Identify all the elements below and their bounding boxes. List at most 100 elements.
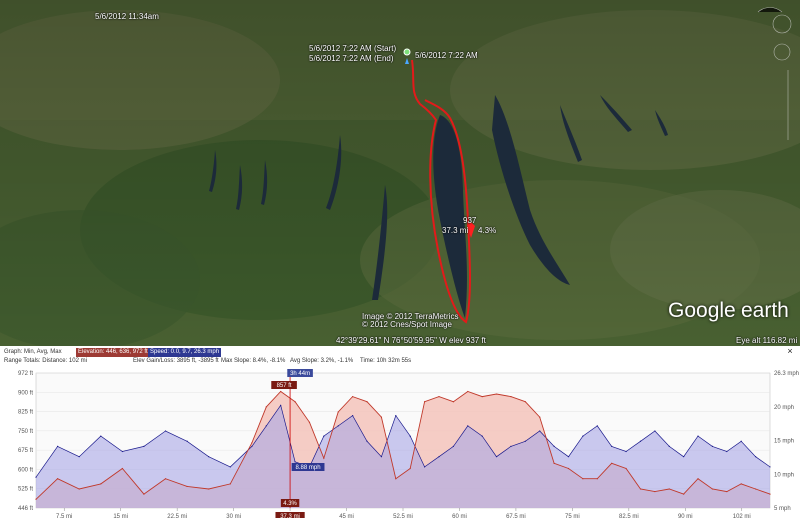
elevation-point	[596, 478, 598, 480]
speed-point	[121, 450, 123, 453]
speed-point	[524, 440, 526, 442]
start-label: 5/6/2012 7:22 AM (Start)	[309, 44, 397, 53]
speed-point	[438, 456, 440, 458]
speed-tick-label: 10 mph	[774, 472, 794, 478]
map-time-label: 5/6/2012 11:34am	[95, 12, 159, 21]
elevation-point	[409, 467, 411, 470]
map-cursor-slope: 4.3%	[478, 226, 497, 235]
speed-point	[553, 445, 555, 448]
distance-tick-label: 22.5 mi	[167, 514, 187, 518]
close-profile-button[interactable]: ×	[785, 346, 795, 356]
elevation-point	[438, 396, 440, 398]
elevation-profile-chart[interactable]: 972 ft 900 ft 825 ft 750 ft 675 ft 600 ft 525 …	[0, 368, 800, 518]
elevation-point	[726, 490, 728, 493]
cursor-time-label: 3h 44m	[290, 371, 310, 377]
elevation-point	[251, 442, 253, 444]
speed-point	[78, 456, 80, 458]
distance-tick-label: 45 mi	[339, 514, 354, 518]
elevation-point	[352, 396, 354, 398]
speed-point	[352, 415, 354, 417]
elevation-tick-label: 900 ft	[18, 390, 33, 396]
elevation-point	[366, 401, 368, 403]
elevation-point	[229, 483, 231, 485]
speed-point	[481, 435, 483, 437]
google-earth-logo: Google earth	[668, 299, 789, 322]
elevation-tick-label: 750 ft	[18, 429, 33, 435]
cursor-speed-label: 8.88 mph	[296, 465, 321, 471]
speed-point	[35, 476, 37, 478]
speed-point	[366, 440, 368, 442]
speed-stat-tag[interactable]: Speed: 0.0, 9.7, 26.3 mph	[148, 348, 222, 357]
elev-gain-loss: Elev Gain/Loss: 3895 ft, -3895 ft	[133, 358, 219, 364]
elevation-stat-tag[interactable]: Elevation: 446, 636, 972 ft	[76, 348, 150, 357]
distance-tick-label: 7.5 mi	[56, 514, 72, 518]
elevation-point	[395, 478, 397, 480]
elevation-point	[56, 478, 59, 480]
elevation-profile-panel: Graph: Min, Avg, Max Elevation: 446, 636…	[0, 346, 800, 518]
elevation-point	[769, 493, 771, 495]
end-label: 5/6/2012 7:22 AM (End)	[309, 54, 394, 63]
elevation-point	[423, 401, 426, 403]
elevation-point	[740, 483, 742, 485]
speed-point	[265, 425, 267, 427]
speed-point	[726, 450, 728, 453]
satellite-terrain[interactable]	[0, 0, 800, 346]
elevation-point	[567, 467, 570, 470]
map-cursor-elev: 937	[463, 216, 477, 225]
elevation-point	[467, 390, 469, 393]
distance-tick-label: 75 mi	[565, 514, 580, 518]
map-view[interactable]: 5/6/2012 11:34am 5/6/2012 7:22 AM (Start…	[0, 0, 800, 346]
elevation-point	[510, 396, 512, 398]
max-slope: Max Slope: 8.4%, -8.1%	[221, 358, 286, 364]
speed-point	[539, 430, 541, 432]
elevation-point	[668, 488, 670, 490]
speed-point	[582, 435, 584, 437]
speed-point	[294, 461, 296, 463]
distance-tick-label: 60 mi	[452, 514, 467, 518]
speed-point	[611, 445, 613, 448]
elevation-point	[539, 416, 541, 418]
speed-tick-label: 15 mph	[774, 439, 794, 445]
speed-point	[755, 456, 757, 458]
speed-point	[769, 466, 771, 468]
elevation-point	[553, 462, 555, 464]
elevation-point	[380, 416, 383, 418]
speed-point	[251, 445, 253, 448]
graph-range-label: Graph: Min, Avg, Max	[4, 349, 62, 355]
elevation-tick-label: 525 ft	[18, 487, 33, 493]
speed-point	[625, 450, 627, 453]
distance-tick-label: 15 mi	[113, 514, 128, 518]
coordinates-readout: 42°39'29.61" N 76°50'59.95" W elev 937 f…	[336, 336, 486, 345]
speed-point	[323, 435, 325, 437]
elevation-point	[582, 478, 584, 480]
elevation-point	[611, 462, 613, 464]
speed-point	[683, 456, 685, 458]
elevation-point	[143, 493, 145, 495]
cursor-distance-label: 37.3 mi	[280, 514, 300, 518]
elevation-point	[265, 406, 267, 408]
elevation-point	[481, 396, 483, 398]
elevation-point	[755, 488, 757, 490]
speed-point	[380, 456, 383, 458]
attribution-spot: © 2012 Cnes/Spot Image	[362, 320, 452, 329]
speed-point	[395, 415, 397, 417]
elevation-point	[208, 488, 210, 490]
elevation-point	[452, 401, 454, 403]
elevation-point	[280, 390, 282, 393]
speed-point	[711, 445, 714, 448]
total-time: Time: 10h 32m 55s	[360, 358, 412, 364]
elevation-point	[164, 478, 167, 480]
elevation-point	[35, 498, 37, 500]
speed-point	[143, 445, 145, 448]
elevation-point	[711, 488, 714, 490]
elevation-tick-label: 825 ft	[18, 410, 33, 416]
elevation-tick-label: 600 ft	[18, 467, 33, 473]
speed-point	[697, 435, 699, 437]
eye-altitude: Eye alt 116.82 mi	[736, 336, 798, 345]
speed-point	[452, 445, 454, 448]
speed-point	[164, 430, 167, 432]
speed-point	[495, 456, 498, 458]
speed-point	[229, 466, 231, 468]
elevation-point	[495, 393, 498, 395]
marker-time-label: 5/6/2012 7:22 AM	[415, 51, 478, 60]
